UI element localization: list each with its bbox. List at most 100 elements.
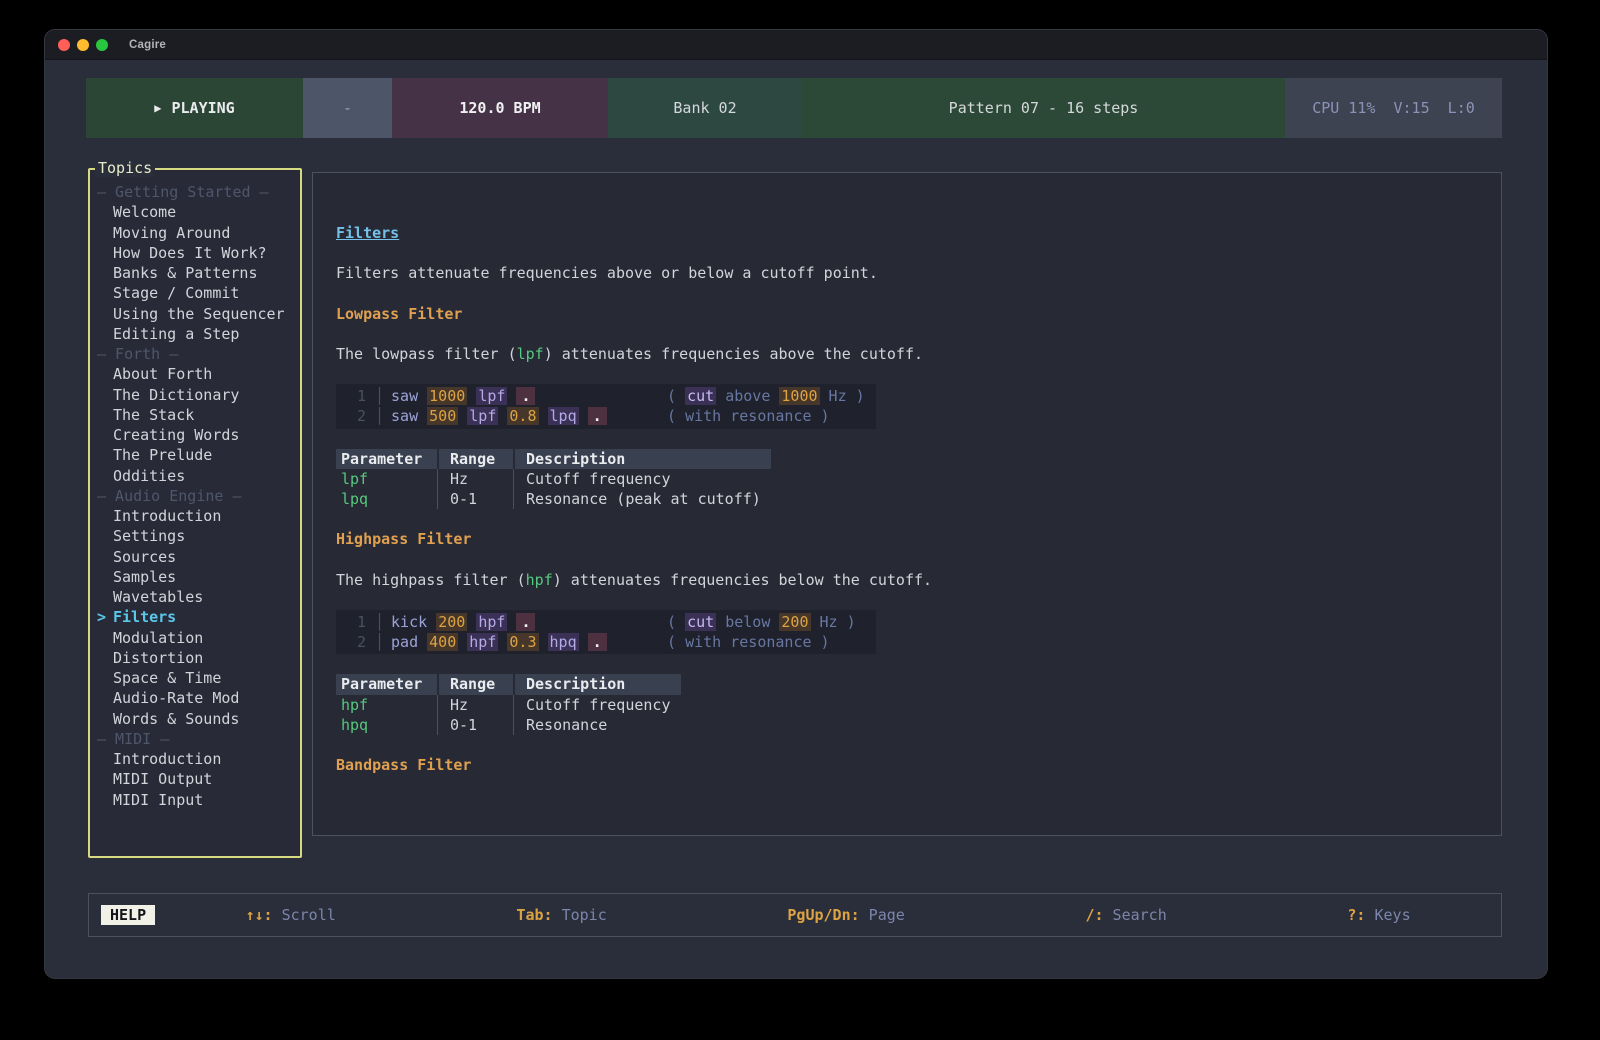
sidebar-item-midi-input[interactable]: MIDI Input	[90, 790, 300, 810]
shortcut-key: Tab:	[516, 906, 552, 924]
sidebar-item-banks-patterns[interactable]: Banks & Patterns	[90, 263, 300, 283]
playing-label: PLAYING	[172, 99, 235, 117]
line-number: 2	[336, 632, 366, 652]
pattern-indicator: Pattern 07 - 16 steps	[802, 78, 1285, 138]
shortcut-key: ?:	[1347, 906, 1365, 924]
sidebar-item-welcome[interactable]: Welcome	[90, 202, 300, 222]
transport-status-bar: ▶ PLAYING - 120.0 BPM Bank 02 Pattern 07 …	[86, 78, 1502, 138]
shortcut-keys: ?: Keys	[1347, 906, 1410, 924]
topics-list: — Getting Started —WelcomeMoving AroundH…	[90, 170, 300, 856]
table-cell: Cutoff frequency	[513, 695, 681, 715]
table-cell: lpf	[336, 469, 437, 489]
sidebar-item-moving-around[interactable]: Moving Around	[90, 223, 300, 243]
close-window-button[interactable]	[58, 39, 70, 51]
shortcut-key: ↑↓:	[245, 906, 272, 924]
bank-indicator: Bank 02	[608, 78, 802, 138]
minimize-window-button[interactable]	[77, 39, 89, 51]
code-line: 2│saw 500 lpf 0.8 lpq .( with resonance …	[336, 406, 876, 426]
selected-item-marker: >	[97, 607, 106, 627]
shortcut-search: /: Search	[1085, 906, 1166, 924]
sidebar-item-samples[interactable]: Samples	[90, 567, 300, 587]
sidebar-item-the-dictionary[interactable]: The Dictionary	[90, 385, 300, 405]
sidebar-item-introduction[interactable]: Introduction	[90, 749, 300, 769]
sidebar-item-settings[interactable]: Settings	[90, 526, 300, 546]
code-comment: ( with resonance )	[667, 633, 830, 651]
content-sections: Lowpass FilterThe lowpass filter (lpf) a…	[336, 304, 1481, 776]
sidebar-item-how-does-it-work[interactable]: How Does It Work?	[90, 243, 300, 263]
app-window: Cagire ▶ PLAYING - 120.0 BPM Bank 02 Patt…	[45, 30, 1547, 978]
section-heading-highpass-filter: Highpass Filter	[336, 529, 1481, 549]
line-number: 2	[336, 406, 366, 426]
play-icon: ▶	[154, 101, 161, 115]
help-content-panel[interactable]: Filters Filters attenuate frequencies ab…	[312, 172, 1502, 836]
table-cell: hpq	[336, 715, 437, 735]
shortcut-key: PgUp/Dn:	[787, 906, 859, 924]
shortcut-label: Scroll	[273, 906, 336, 924]
sidebar-item-space-time[interactable]: Space & Time	[90, 668, 300, 688]
code-comment: ( with resonance )	[667, 407, 830, 425]
sidebar-item-midi-output[interactable]: MIDI Output	[90, 769, 300, 789]
sidebar-item-introduction[interactable]: Introduction	[90, 506, 300, 526]
table-header-cell: Range	[437, 449, 513, 469]
playing-indicator[interactable]: ▶ PLAYING	[86, 78, 303, 138]
table-cell: Resonance	[513, 715, 681, 735]
shortcut-label: Page	[860, 906, 905, 924]
shortcut-hints: ↑↓: Scroll Tab: Topic PgUp/Dn: Page /: Sear…	[155, 906, 1501, 924]
sidebar-item-stage-commit[interactable]: Stage / Commit	[90, 283, 300, 303]
table-header-cell: Parameter	[336, 449, 437, 469]
section-heading-bandpass-filter: Bandpass Filter	[336, 755, 1481, 775]
help-mode-badge: HELP	[101, 905, 155, 925]
cpu-voices-stats: CPU 11% V:15 L:0	[1285, 78, 1502, 138]
sidebar-item-audio-rate-mod[interactable]: Audio-Rate Mod	[90, 688, 300, 708]
sidebar-item-distortion[interactable]: Distortion	[90, 648, 300, 668]
table-header-cell: Parameter	[336, 674, 437, 694]
table-cell: 0-1	[437, 715, 513, 735]
table-cell: Hz	[437, 469, 513, 489]
shortcut-label: Topic	[553, 906, 607, 924]
shortcut-key: /:	[1085, 906, 1103, 924]
line-number: 1	[336, 612, 366, 632]
shortcut-label: Search	[1104, 906, 1167, 924]
code-comment: ( cut below 200 Hz )	[667, 613, 856, 631]
code-comment: ( cut above 1000 Hz )	[667, 387, 865, 405]
zoom-window-button[interactable]	[96, 39, 108, 51]
code-example: 1│kick 200 hpf .( cut below 200 Hz )2│pa…	[336, 610, 876, 655]
sidebar-item-sources[interactable]: Sources	[90, 547, 300, 567]
sidebar-item-modulation[interactable]: Modulation	[90, 628, 300, 648]
sidebar-item-editing-a-step[interactable]: Editing a Step	[90, 324, 300, 344]
table-cell: Cutoff frequency	[513, 469, 771, 489]
intro-paragraph: Filters attenuate frequencies above or b…	[336, 263, 1481, 283]
dash-segment: -	[303, 78, 392, 138]
table-cell: hpf	[336, 695, 437, 715]
title-bar: Cagire	[45, 30, 1547, 60]
section-body: The lowpass filter (lpf) attenuates freq…	[336, 344, 1481, 364]
table-cell: lpq	[336, 489, 437, 509]
table-header-cell: Range	[437, 674, 513, 694]
sidebar-item-filters[interactable]: >Filters	[90, 607, 300, 627]
sidebar-item-the-stack[interactable]: The Stack	[90, 405, 300, 425]
topics-sidebar: Topics — Getting Started —WelcomeMoving …	[88, 168, 302, 858]
sidebar-item-using-the-sequencer[interactable]: Using the Sequencer	[90, 304, 300, 324]
shortcut-label: Keys	[1365, 906, 1410, 924]
topics-sidebar-title: Topics	[95, 159, 155, 177]
sidebar-item-oddities[interactable]: Oddities	[90, 466, 300, 486]
section-body: The highpass filter (hpf) attenuates fre…	[336, 570, 1481, 590]
bpm-indicator: 120.0 BPM	[392, 78, 608, 138]
code-line: 1│saw 1000 lpf .( cut above 1000 Hz )	[336, 386, 876, 406]
table-cell: Hz	[437, 695, 513, 715]
sidebar-section-getting-started: — Getting Started —	[90, 182, 300, 202]
parameter-table: ParameterRangeDescription lpfHzCutoff fre…	[336, 449, 1481, 510]
sidebar-item-words-sounds[interactable]: Words & Sounds	[90, 709, 300, 729]
sidebar-section-audio-engine: — Audio Engine —	[90, 486, 300, 506]
sidebar-item-creating-words[interactable]: Creating Words	[90, 425, 300, 445]
key-hints-bar: HELP ↑↓: Scroll Tab: Topic PgUp/Dn: Page /:…	[88, 893, 1502, 937]
sidebar-item-wavetables[interactable]: Wavetables	[90, 587, 300, 607]
sidebar-item-the-prelude[interactable]: The Prelude	[90, 445, 300, 465]
code-example: 1│saw 1000 lpf .( cut above 1000 Hz )2│s…	[336, 384, 876, 429]
sidebar-section-midi: — MIDI —	[90, 729, 300, 749]
table-header-cell: Description	[513, 449, 771, 469]
sidebar-section-forth: — Forth —	[90, 344, 300, 364]
page-title: Filters	[336, 223, 399, 243]
sidebar-item-about-forth[interactable]: About Forth	[90, 364, 300, 384]
code-line: 1│kick 200 hpf .( cut below 200 Hz )	[336, 612, 876, 632]
